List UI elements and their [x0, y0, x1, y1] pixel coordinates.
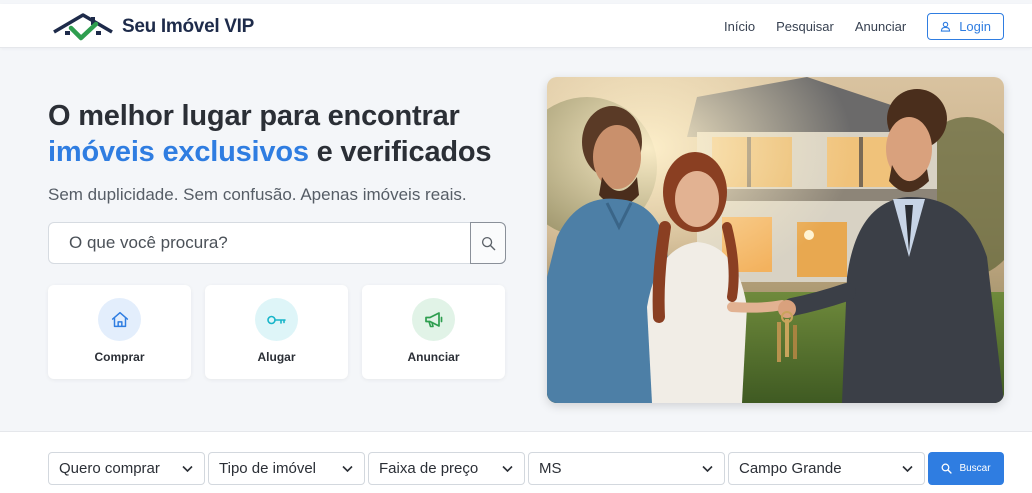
price-range-select[interactable]: Faixa de preço — [368, 452, 525, 485]
state-select[interactable]: MS — [528, 452, 725, 485]
action-label-comprar: Comprar — [94, 350, 145, 364]
action-label-alugar: Alugar — [257, 350, 296, 364]
search-input[interactable] — [49, 223, 469, 263]
property-type-select[interactable]: Tipo de imóvel — [208, 452, 365, 485]
user-icon — [941, 21, 951, 32]
intent-select[interactable]: Quero comprar — [48, 452, 205, 485]
action-card-comprar[interactable]: Comprar — [48, 285, 191, 379]
house-check-logo-icon — [53, 13, 113, 41]
megaphone-icon — [412, 298, 455, 341]
nav-pesquisar[interactable]: Pesquisar — [776, 19, 834, 34]
top-navbar: Seu Imóvel VIP Início Pesquisar Anunciar… — [0, 4, 1032, 48]
search-button[interactable] — [470, 222, 506, 264]
brand-name: Seu Imóvel VIP — [122, 16, 255, 37]
action-label-anunciar: Anunciar — [407, 350, 460, 364]
intent-select-value: Quero comprar — [59, 460, 160, 477]
search-icon — [481, 236, 495, 250]
search-icon — [941, 463, 953, 474]
hero-search-box — [48, 222, 506, 264]
action-card-anunciar[interactable]: Anunciar — [362, 285, 505, 379]
chevron-down-icon — [502, 465, 513, 473]
chevron-down-icon — [182, 465, 193, 473]
nav-inicio[interactable]: Início — [724, 19, 755, 34]
key-icon — [255, 298, 298, 341]
login-button[interactable]: Login — [927, 13, 1004, 40]
hero-photo — [547, 77, 1004, 403]
price-range-select-value: Faixa de preço — [379, 460, 479, 477]
search-submit-button[interactable]: Buscar — [928, 452, 1004, 485]
main-nav: Início Pesquisar Anunciar Login — [724, 13, 1004, 40]
headline-accent: imóveis exclusivos — [48, 136, 309, 168]
action-card-alugar[interactable]: Alugar — [205, 285, 348, 379]
search-filter-bar: Quero comprar Tipo de imóvel Faixa de pr… — [0, 431, 1032, 493]
chevron-down-icon — [902, 465, 913, 473]
hero-headline: O melhor lugar para encontrar imóveis ex… — [48, 98, 492, 170]
login-label: Login — [959, 19, 991, 34]
state-select-value: MS — [539, 460, 562, 477]
brand-logo[interactable]: Seu Imóvel VIP — [52, 12, 254, 42]
city-select[interactable]: Campo Grande — [728, 452, 925, 485]
chevron-down-icon — [702, 465, 713, 473]
search-submit-label: Buscar — [959, 463, 991, 474]
property-type-select-value: Tipo de imóvel — [219, 460, 316, 477]
city-select-value: Campo Grande — [739, 460, 842, 477]
hero-photo-illustration — [547, 77, 1004, 403]
hero-subheadline: Sem duplicidade. Sem confusão. Apenas im… — [48, 185, 467, 204]
house-icon — [98, 298, 141, 341]
chevron-down-icon — [342, 465, 353, 473]
nav-anunciar[interactable]: Anunciar — [855, 19, 906, 34]
headline-line2-rest: e verificados — [308, 136, 492, 168]
headline-line1: O melhor lugar para encontrar — [48, 100, 460, 132]
